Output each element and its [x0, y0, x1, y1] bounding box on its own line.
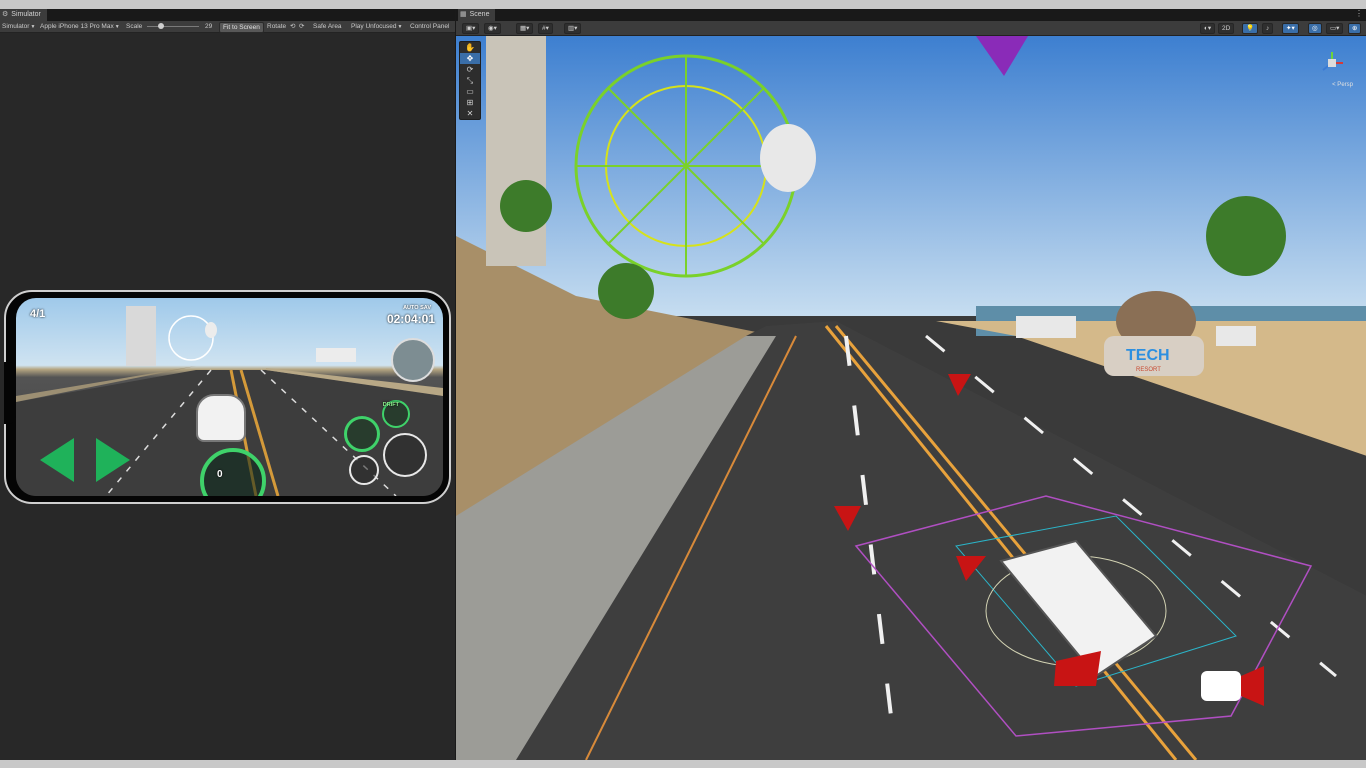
lighting-icon[interactable]: 💡 [1242, 23, 1259, 34]
rotate-right-icon[interactable]: ⟳ [299, 21, 304, 32]
pivot-icon[interactable]: ◉▾ [484, 23, 501, 34]
resort-sign-subtext: RESORT [1136, 367, 1161, 373]
orientation-gizmo[interactable] [1319, 50, 1345, 76]
simulator-toolbar: Simulator▼ Apple iPhone 13 Pro Max▼ Scal… [0, 21, 455, 33]
hidden-objects-icon[interactable]: ◎ [1308, 23, 1322, 34]
audio-icon[interactable]: ♪ [1262, 23, 1274, 34]
snap-increment-icon[interactable]: #▾ [538, 23, 553, 34]
play-mode-dropdown[interactable]: Play Unfocused▼ [351, 21, 402, 33]
simulator-icon: ⚙ [2, 11, 9, 18]
safe-area-toggle[interactable]: Safe Area [313, 21, 342, 32]
rect-tool-icon[interactable]: ▭ [460, 86, 480, 97]
toggle-2d-button[interactable]: 2D [1218, 23, 1235, 34]
control-panel-button[interactable]: Control Panel [410, 21, 449, 32]
fit-to-screen-button[interactable]: Fit to Screen [219, 22, 264, 33]
chevron-down-icon: ▼ [397, 24, 403, 30]
gas-pedal-button[interactable] [383, 433, 427, 477]
simulator-panel: ⚙ Simulator Simulator▼ Apple iPhone 13 P… [0, 9, 455, 760]
camera-settings-icon[interactable]: ▭▾ [1326, 23, 1344, 34]
nitro-button[interactable] [344, 416, 380, 452]
custom-tool-icon[interactable]: ✕ [460, 108, 480, 119]
tab-scene-label: Scene [469, 11, 490, 18]
auto-save-label: AUTO SAV [403, 305, 431, 311]
window-top-strip [0, 0, 1366, 9]
more-options-icon[interactable]: ⋮ [1355, 9, 1363, 18]
play-mode-label: Play Unfocused [351, 23, 397, 30]
steer-right-button[interactable] [96, 438, 130, 482]
brake-pedal-button[interactable] [349, 455, 379, 485]
scale-value: 29 [205, 23, 213, 30]
chevron-down-icon: ▼ [114, 24, 120, 30]
hand-tool-icon[interactable]: ✋ [460, 42, 480, 53]
scale-slider-handle[interactable] [158, 23, 164, 29]
scene-3d-view: TECH RESORT [456, 36, 1366, 760]
rotate-tool-icon[interactable]: ⟳ [460, 64, 480, 75]
rotate-label: Rotate [267, 23, 287, 30]
mode-dropdown[interactable]: Simulator▼ [2, 21, 35, 33]
rotate-left-icon[interactable]: ⟲ [290, 21, 295, 32]
tab-simulator[interactable]: ⚙ Simulator [0, 9, 47, 21]
perspective-label[interactable]: < Persp [1332, 82, 1353, 88]
simulator-tab-bar: ⚙ Simulator [0, 9, 455, 21]
drift-label: DRIFT [382, 402, 399, 408]
resort-sign-text: TECH [1126, 347, 1170, 364]
scale-label: Scale [126, 23, 143, 30]
effects-icon[interactable]: ✦▾ [1282, 23, 1299, 34]
shading-mode-icon[interactable]: ◐▾ [1200, 23, 1216, 34]
gizmos-icon[interactable]: ⊕ [1348, 23, 1362, 34]
transform-tool-icon[interactable]: ⊞ [460, 97, 480, 108]
device-label: Apple iPhone 13 Pro Max [40, 23, 114, 30]
move-tool-icon[interactable]: ✥ [460, 53, 480, 64]
tab-scene[interactable]: ▦ Scene [458, 9, 496, 21]
speed-value: 0 [217, 469, 223, 480]
device-dropdown[interactable]: Apple iPhone 13 Pro Max▼ [40, 21, 120, 33]
player-car [196, 394, 246, 442]
scale-tool-icon[interactable]: ⤡ [460, 75, 480, 86]
scale-slider-track[interactable] [147, 26, 199, 27]
window-bottom-strip [0, 760, 1366, 768]
scene-tab-bar: ▦ Scene ⋮ [456, 9, 1366, 21]
chevron-down-icon: ▼ [30, 24, 36, 30]
grid-snap-icon[interactable]: ▦▾ [516, 23, 534, 34]
scene-icon: ▦ [460, 11, 467, 18]
race-position: 4/1 [30, 308, 46, 320]
game-view[interactable]: 4/1 AUTO SAV 02:04:01 DRIFT 0 [16, 298, 443, 496]
mode-label: Simulator [2, 23, 30, 30]
scene-toolbar: ▣▾ ◉▾ ▦▾ #▾ ▥▾ ◐▾ 2D 💡 ♪ ✦▾ ◎ ▭▾ ⊕ [456, 21, 1366, 36]
device-frame: 4/1 AUTO SAV 02:04:01 DRIFT 0 [4, 290, 451, 504]
draw-mode-icon[interactable]: ▣▾ [462, 23, 480, 34]
scene-viewport[interactable]: TECH RESORT ✋ ✥ ⟳ ⤡ ▭ ⊞ ✕ < Persp [456, 36, 1366, 760]
scene-panel: ▦ Scene ⋮ ▣▾ ◉▾ ▦▾ #▾ ▥▾ ◐▾ 2D 💡 ♪ ✦▾ ◎ … [455, 9, 1366, 760]
tab-simulator-label: Simulator [11, 11, 41, 18]
race-timer: 02:04:01 [386, 312, 435, 326]
layout-icon[interactable]: ▥▾ [564, 23, 582, 34]
steer-left-button[interactable] [40, 438, 74, 482]
minimap [391, 338, 435, 382]
scene-tools-overlay: ✋ ✥ ⟳ ⤡ ▭ ⊞ ✕ [459, 41, 481, 120]
device-notch [4, 362, 16, 424]
